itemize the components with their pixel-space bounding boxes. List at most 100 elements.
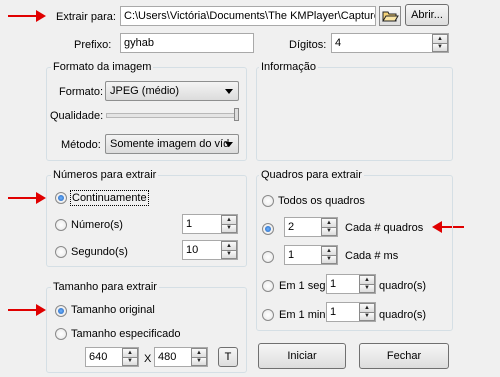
original-size-label[interactable]: Tamanho original xyxy=(71,303,155,317)
method-label: Método: xyxy=(61,139,101,151)
every-ms-stepper[interactable]: 1 ▲ ▼ xyxy=(284,245,338,265)
format-select[interactable]: JPEG (médio) xyxy=(105,81,239,101)
every-ms-value: 1 xyxy=(288,249,295,261)
all-frames-radio[interactable] xyxy=(262,195,274,207)
in-sec-label[interactable]: Em 1 seg. xyxy=(279,279,329,293)
digits-stepper[interactable]: 4 ▲ ▼ xyxy=(331,33,449,53)
in-min-spin[interactable]: ▲ ▼ xyxy=(359,303,375,321)
annotation-arrow-continuous xyxy=(8,192,46,204)
method-select[interactable]: Somente imagem do víd xyxy=(105,134,239,154)
extract-path-value: C:\Users\Victória\Documents\The KMPlayer… xyxy=(124,10,376,22)
spin-down-icon[interactable]: ▼ xyxy=(359,312,375,321)
number-label[interactable]: Número(s) xyxy=(71,218,123,232)
second-value: 10 xyxy=(186,244,199,256)
method-select-value: Somente imagem do víd xyxy=(110,138,230,150)
in-sec-stepper[interactable]: 1 ▲ ▼ xyxy=(326,274,376,294)
spin-up-icon[interactable]: ▲ xyxy=(221,241,237,251)
size-group-title: Tamanho para extrair xyxy=(51,281,159,294)
format-select-value: JPEG (médio) xyxy=(110,85,180,97)
every-ms-radio[interactable] xyxy=(262,251,274,263)
close-button[interactable]: Fechar xyxy=(359,343,449,369)
specified-size-radio[interactable] xyxy=(55,328,67,340)
annotation-arrow-extract xyxy=(8,10,46,22)
specified-size-label[interactable]: Tamanho especificado xyxy=(71,327,180,341)
width-spin[interactable]: ▲ ▼ xyxy=(122,348,138,366)
spin-down-icon[interactable]: ▼ xyxy=(321,227,337,236)
all-frames-label[interactable]: Todos os quadros xyxy=(278,194,365,208)
spin-down-icon[interactable]: ▼ xyxy=(191,357,207,366)
number-stepper[interactable]: 1 ▲ ▼ xyxy=(182,214,238,234)
continuous-radio[interactable] xyxy=(55,192,67,204)
height-stepper[interactable]: 480 ▲ ▼ xyxy=(154,347,208,367)
in-min-value: 1 xyxy=(330,306,337,318)
prefix-label: Prefixo: xyxy=(74,39,112,51)
original-size-radio[interactable] xyxy=(55,305,67,317)
quality-slider-thumb[interactable] xyxy=(234,108,239,121)
digits-label: Dígitos: xyxy=(289,39,327,51)
spin-up-icon[interactable]: ▲ xyxy=(122,348,138,358)
chevron-down-icon xyxy=(225,89,233,94)
frames-group-title: Quadros para extrair xyxy=(259,169,364,182)
spin-down-icon[interactable]: ▼ xyxy=(122,357,138,366)
close-button-label: Fechar xyxy=(386,350,422,362)
number-value: 1 xyxy=(186,218,193,230)
spin-up-icon[interactable]: ▲ xyxy=(321,246,337,256)
second-radio[interactable] xyxy=(55,246,67,258)
info-group xyxy=(256,67,453,161)
in-sec-spin[interactable]: ▲ ▼ xyxy=(359,275,375,293)
digits-value: 4 xyxy=(335,37,342,49)
digits-spin[interactable]: ▲ ▼ xyxy=(432,34,448,52)
every-frames-radio[interactable] xyxy=(262,223,274,235)
second-stepper[interactable]: 10 ▲ ▼ xyxy=(182,240,238,260)
quality-slider[interactable] xyxy=(106,108,239,121)
spin-up-icon[interactable]: ▲ xyxy=(359,303,375,313)
prefix-input[interactable]: gyhab xyxy=(120,33,254,53)
info-group-title: Informação xyxy=(259,61,319,74)
in-sec-value: 1 xyxy=(330,278,337,290)
spin-down-icon[interactable]: ▼ xyxy=(321,255,337,264)
in-min-unit: quadro(s) xyxy=(379,309,427,321)
every-ms-spin[interactable]: ▲ ▼ xyxy=(321,246,337,264)
spin-up-icon[interactable]: ▲ xyxy=(432,34,448,44)
every-ms-label: Cada # ms xyxy=(345,250,399,262)
every-frames-value: 2 xyxy=(288,221,295,233)
number-spin[interactable]: ▲ ▼ xyxy=(221,215,237,233)
t-button-label: T xyxy=(224,351,232,363)
spin-up-icon[interactable]: ▲ xyxy=(221,215,237,225)
every-frames-spin[interactable]: ▲ ▼ xyxy=(321,218,337,236)
folder-browse-icon[interactable] xyxy=(379,6,401,26)
spin-down-icon[interactable]: ▼ xyxy=(359,284,375,293)
extract-path-field[interactable]: C:\Users\Victória\Documents\The KMPlayer… xyxy=(120,6,376,26)
extract-label: Extrair para: xyxy=(56,11,116,23)
width-value: 640 xyxy=(89,351,108,363)
spin-up-icon[interactable]: ▲ xyxy=(321,218,337,228)
in-min-radio[interactable] xyxy=(262,309,274,321)
t-button[interactable]: T xyxy=(218,347,238,367)
continuous-label[interactable]: Continuamente xyxy=(70,190,149,206)
second-spin[interactable]: ▲ ▼ xyxy=(221,241,237,259)
format-group-title: Formato da imagem xyxy=(51,61,154,74)
in-min-stepper[interactable]: 1 ▲ ▼ xyxy=(326,302,376,322)
chevron-down-icon xyxy=(225,142,233,147)
every-frames-label: Cada # quadros xyxy=(345,222,424,234)
spin-down-icon[interactable]: ▼ xyxy=(221,250,237,259)
in-sec-radio[interactable] xyxy=(262,280,274,292)
start-button[interactable]: Iniciar xyxy=(258,343,346,369)
spin-up-icon[interactable]: ▲ xyxy=(191,348,207,358)
numbers-group-title: Números para extrair xyxy=(51,169,159,182)
start-button-label: Iniciar xyxy=(287,350,317,362)
second-label[interactable]: Segundo(s) xyxy=(71,245,128,259)
quality-slider-track xyxy=(106,113,236,118)
spin-down-icon[interactable]: ▼ xyxy=(432,43,448,52)
in-min-label[interactable]: Em 1 min. xyxy=(279,308,329,322)
open-button[interactable]: Abrir... xyxy=(405,4,449,26)
size-x-label: X xyxy=(144,353,152,365)
height-spin[interactable]: ▲ ▼ xyxy=(191,348,207,366)
spin-down-icon[interactable]: ▼ xyxy=(221,224,237,233)
spin-up-icon[interactable]: ▲ xyxy=(359,275,375,285)
number-radio[interactable] xyxy=(55,219,67,231)
prefix-value: gyhab xyxy=(124,37,154,49)
every-frames-stepper[interactable]: 2 ▲ ▼ xyxy=(284,217,338,237)
width-stepper[interactable]: 640 ▲ ▼ xyxy=(85,347,139,367)
height-value: 480 xyxy=(158,351,177,363)
